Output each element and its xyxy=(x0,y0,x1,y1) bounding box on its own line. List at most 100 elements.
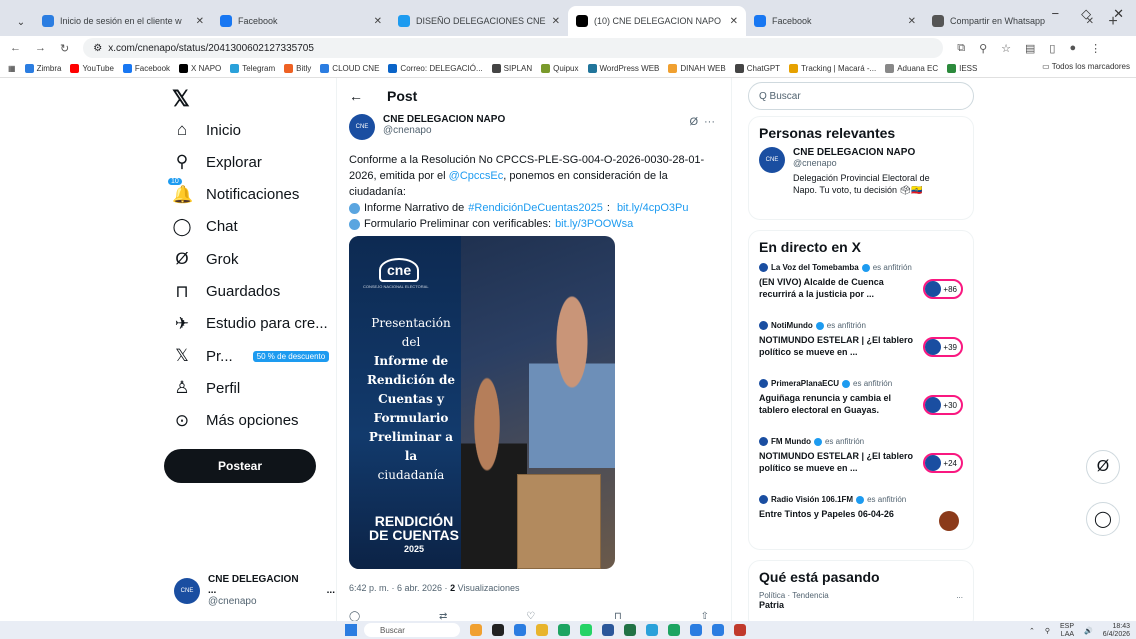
profile-avatar[interactable]: ● xyxy=(1069,42,1076,55)
browser-tab[interactable]: (10) CNE DELEGACION NAPO ✕ xyxy=(568,6,746,36)
telegram-icon[interactable] xyxy=(646,624,658,636)
tab-close-icon[interactable]: ✕ xyxy=(552,16,560,27)
nav-item-más-opciones[interactable]: ⊙ Más opciones xyxy=(172,411,299,431)
host-name[interactable]: PrimeraPlanaECU xyxy=(771,379,839,388)
relevant-name[interactable]: CNE DELEGACION NAPO xyxy=(793,147,953,158)
host-name[interactable]: La Voz del Tomebamba xyxy=(771,263,859,272)
app-icon[interactable] xyxy=(734,624,746,636)
tab-close-icon[interactable]: ✕ xyxy=(908,16,916,27)
nav-item-perfil[interactable]: ♙ Perfil xyxy=(172,378,240,398)
mention-link[interactable]: @CpccsEc xyxy=(449,170,504,182)
bookmark-item[interactable]: ChatGPT xyxy=(734,64,780,73)
repost-icon[interactable]: ⇄ xyxy=(439,611,447,621)
live-title[interactable]: (EN VIVO) Alcalde de Cuenca recurrirá a … xyxy=(759,276,919,300)
listener-count[interactable]: +30 xyxy=(923,395,963,415)
bookmark-item[interactable]: DINAH WEB xyxy=(668,64,726,73)
grok-fab-icon[interactable]: Ø xyxy=(1086,450,1120,484)
listener-count[interactable]: +24 xyxy=(923,453,963,473)
app-icon[interactable] xyxy=(712,624,724,636)
app-icon[interactable] xyxy=(668,624,680,636)
live-title[interactable]: NOTIMUNDO ESTELAR | ¿El tablero político… xyxy=(759,450,919,474)
nav-item-notificaciones[interactable]: 🔔 10 Notificaciones xyxy=(168,177,299,205)
live-title[interactable]: Aguiñaga renuncia y cambia el tablero el… xyxy=(759,392,919,416)
bookmark-item[interactable]: SIPLAN xyxy=(491,64,532,73)
post-more-icon[interactable]: ··· xyxy=(704,116,715,128)
bookmark-item[interactable]: WordPress WEB xyxy=(587,64,659,73)
account-more-icon[interactable]: ... xyxy=(327,585,335,596)
excel-icon[interactable] xyxy=(624,624,636,636)
live-item[interactable]: PrimeraPlanaECU es anfitrión Aguiñaga renu… xyxy=(749,379,973,435)
chrome-icon[interactable] xyxy=(558,624,570,636)
live-item[interactable]: FM Mundo es anfitrión NOTIMUNDO ESTELAR | … xyxy=(749,437,973,493)
nav-item-grok[interactable]: Ø Grok xyxy=(172,249,238,269)
link-informe[interactable]: bit.ly/4cpO3Pu xyxy=(617,200,689,216)
post-time[interactable]: 6:42 p. m. · 6 abr. 2026 · xyxy=(349,583,450,593)
star-icon[interactable]: ☆ xyxy=(1001,42,1011,55)
bookmark-item[interactable]: Zimbra xyxy=(24,64,61,73)
bookmark-item[interactable]: CLOUD CNE xyxy=(320,64,379,73)
grok-icon[interactable]: Ø xyxy=(689,116,698,128)
bookmark-item[interactable]: IESS xyxy=(947,64,977,73)
browser-tab[interactable]: Facebook ✕ xyxy=(746,6,924,36)
sidepanel-icon[interactable]: ▯ xyxy=(1049,42,1055,55)
apps-icon[interactable]: ▦ xyxy=(8,64,16,73)
link-formulario[interactable]: bit.ly/3POOWsa xyxy=(555,216,633,232)
bookmark-item[interactable]: Facebook xyxy=(122,64,170,73)
nav-item-inicio[interactable]: ⌂ Inicio xyxy=(172,120,241,140)
close-window-icon[interactable]: ✕ xyxy=(1113,6,1124,22)
bookmark-item[interactable]: X NAPO xyxy=(179,64,221,73)
host-name[interactable]: Radio Visión 106.1FM xyxy=(771,495,853,504)
nav-item-pr[interactable]: 𝕏 Pr... 50 % de descuento xyxy=(172,346,330,366)
word-icon[interactable] xyxy=(602,624,614,636)
bookmark-item[interactable]: Bitly xyxy=(284,64,311,73)
nav-item-estudio-para-cre[interactable]: ✈ Estudio para cre... xyxy=(172,314,328,334)
zoom-icon[interactable]: ⚲ xyxy=(979,42,987,55)
trend-item[interactable]: Política · Tendencia ... xyxy=(749,591,973,600)
search-input[interactable]: Q Buscar xyxy=(748,82,974,110)
account-switcher[interactable]: CNE CNE DELEGACION ... @cnenapo ... xyxy=(174,574,335,607)
relevant-handle[interactable]: @cnenapo xyxy=(793,158,953,168)
browser-tab[interactable]: Facebook ✕ xyxy=(212,6,390,36)
live-item[interactable]: Radio Visión 106.1FM es anfitrión Entre Ti… xyxy=(749,495,973,551)
trend-more-icon[interactable]: ... xyxy=(956,591,963,600)
bookmark-item[interactable]: Correo: DELEGACIÓ... xyxy=(388,64,483,73)
app-icon[interactable] xyxy=(514,624,526,636)
relevant-avatar[interactable]: CNE xyxy=(759,147,785,173)
save-icon[interactable]: ⊓ xyxy=(614,611,622,621)
bookmark-item[interactable]: Aduana EC xyxy=(885,64,938,73)
tray-chevron-icon[interactable]: ⌃ xyxy=(1029,627,1035,635)
windows-start-icon[interactable] xyxy=(345,624,357,636)
restore-icon[interactable]: ◇ xyxy=(1081,6,1091,22)
extensions-icon[interactable]: ▤ xyxy=(1025,42,1035,55)
bookmark-item[interactable]: YouTube xyxy=(70,64,114,73)
folder-icon[interactable] xyxy=(536,624,548,636)
host-name[interactable]: FM Mundo xyxy=(771,437,811,446)
minimize-icon[interactable]: − xyxy=(1052,6,1060,22)
tab-close-icon[interactable]: ✕ xyxy=(374,16,382,27)
live-title[interactable]: Entre Tintos y Papeles 06-04-26 xyxy=(759,508,919,520)
nav-item-chat[interactable]: ◯ Chat xyxy=(172,217,237,237)
all-bookmarks[interactable]: ▭ Todos los marcadores xyxy=(1036,62,1130,71)
site-info-icon[interactable]: ⚙ xyxy=(93,43,102,54)
browser-tab[interactable]: Inicio de sesión en el cliente w ✕ xyxy=(34,6,212,36)
tab-search-button[interactable]: ⌄ xyxy=(8,8,34,36)
host-name[interactable]: NotiMundo xyxy=(771,321,813,330)
post-button[interactable]: Postear xyxy=(164,449,316,483)
listener-count[interactable]: +39 xyxy=(923,337,963,357)
cast-icon[interactable]: ⧉ xyxy=(957,42,965,55)
author-handle[interactable]: @cnenapo xyxy=(383,125,505,136)
browser-tab[interactable]: DISEÑO DELEGACIONES CNE ✕ xyxy=(390,6,568,36)
clock[interactable]: 18:43 6/4/2026 xyxy=(1103,623,1130,639)
listener-count[interactable]: +86 xyxy=(923,279,963,299)
network-icon[interactable]: ⚲ xyxy=(1045,627,1050,635)
hashtag-link[interactable]: #RendiciónDeCuentas2025 xyxy=(468,200,603,216)
back-icon[interactable]: ← xyxy=(10,42,21,54)
author-name[interactable]: CNE DELEGACION NAPO xyxy=(383,114,505,125)
back-arrow-icon[interactable]: ← xyxy=(349,88,363,104)
browser-menu-icon[interactable]: ⋮ xyxy=(1090,42,1101,55)
share-icon[interactable]: ⇧ xyxy=(701,611,709,621)
reply-icon[interactable]: ◯ xyxy=(349,611,360,621)
bookmark-item[interactable]: Tracking | Macará -... xyxy=(789,64,876,73)
tab-close-icon[interactable]: ✕ xyxy=(196,16,204,27)
post-author[interactable]: CNE CNE DELEGACION NAPO @cnenapo xyxy=(349,114,505,140)
